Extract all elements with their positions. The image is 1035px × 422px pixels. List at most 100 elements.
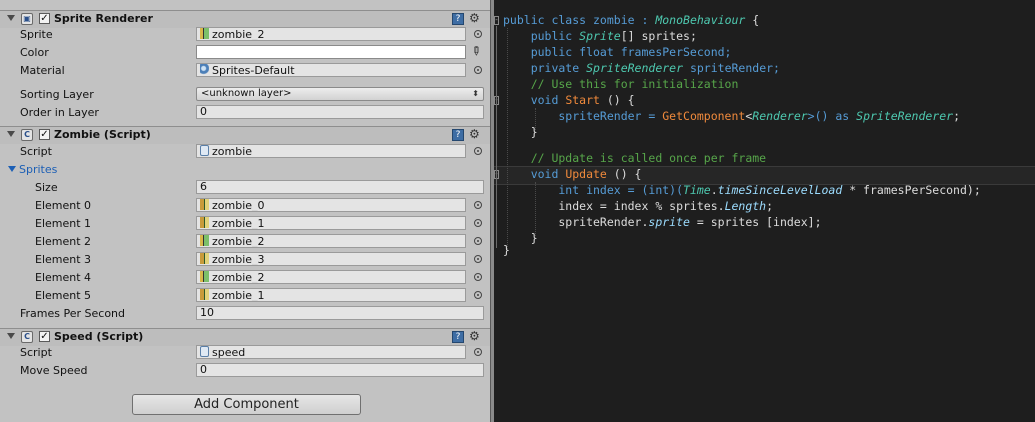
size-field[interactable]: 6 [196,180,484,194]
sprite-icon [200,271,209,282]
code-line: spriteRender = GetComponent<Renderer>() … [503,108,960,124]
frames-per-second-field[interactable]: 10 [196,306,484,320]
sorting-layer-row: Sorting Layer <unknown layer> ⬍ [0,86,490,104]
code-line: public float framesPerSecond; [503,45,732,59]
field-label: Element 2 [35,235,92,248]
code-line: public Sprite[] sprites; [503,28,697,44]
element-field[interactable]: zombie_1 [196,288,466,302]
field-label: Sprite [20,28,53,41]
sprite-icon [200,217,209,228]
material-row: Material Sprites-Default [0,62,490,80]
field-label: Element 0 [35,199,92,212]
enable-checkbox[interactable]: ✓ [39,331,50,342]
element-field[interactable]: zombie_0 [196,198,466,212]
element-field[interactable]: zombie_2 [196,270,466,284]
object-picker-icon[interactable] [474,237,482,245]
code-token: int index = (int)( [503,183,684,197]
field-value: zombie [212,145,253,158]
field-value: zombie_1 [212,289,265,302]
move-speed-field[interactable]: 0 [196,363,484,377]
sorting-layer-dropdown[interactable]: <unknown layer> ⬍ [196,87,484,101]
sprite-icon [200,289,209,300]
code-token: sprite [648,215,690,229]
enable-checkbox[interactable]: ✓ [39,129,50,140]
object-picker-icon[interactable] [474,255,482,263]
script-row: Script zombie [0,143,490,161]
field-value: zombie_3 [212,253,265,266]
code-token: () { [599,93,635,107]
zombie-script-header[interactable]: C ✓ Zombie (Script) ? ⚙ [0,126,490,144]
field-label: Sorting Layer [20,88,94,101]
sprite-row: Sprite zombie_2 [0,26,490,44]
help-book-icon[interactable]: ? [452,13,464,25]
object-picker-icon[interactable] [474,147,482,155]
script-field[interactable]: speed [196,345,466,359]
color-field[interactable] [196,45,466,59]
code-token: GetComponent [662,109,746,123]
code-token: () { [606,167,642,181]
gear-icon[interactable]: ⚙ [469,127,480,141]
element-field[interactable]: zombie_2 [196,234,466,248]
material-field[interactable]: Sprites-Default [196,63,466,77]
updown-arrow-icon: ⬍ [472,89,479,98]
outline-bracket [496,26,501,248]
field-label: Size [35,181,58,194]
element-field[interactable]: zombie_3 [196,252,466,266]
field-label: Element 5 [35,289,92,302]
code-token: spriteRender; [683,61,780,75]
object-picker-icon[interactable] [474,291,482,299]
element-field[interactable]: zombie_1 [196,216,466,230]
object-picker-icon[interactable] [474,66,482,74]
component-title: Speed (Script) [54,330,144,343]
object-picker-icon[interactable] [474,348,482,356]
object-picker-icon[interactable] [474,219,482,227]
sprite-icon [200,28,209,39]
color-row: Color ✎ [0,42,490,62]
code-line: private SpriteRenderer spriteRender; [503,60,780,76]
sprite-icon [200,199,209,210]
element-row: Element 1 zombie_1 [0,215,490,233]
field-value: zombie_2 [212,271,265,284]
object-picker-icon[interactable] [474,30,482,38]
enable-checkbox[interactable]: ✓ [39,13,50,24]
frames-per-second-row: Frames Per Second 10 [0,305,490,323]
gear-icon[interactable]: ⚙ [469,329,480,343]
sprites-foldout-row[interactable]: Sprites [0,161,490,179]
code-token: void [503,93,566,107]
sprite-renderer-icon: ▣ [21,13,33,25]
code-token: = sprites [index]; [689,215,822,229]
sprites-foldout[interactable]: Sprites [8,163,57,176]
code-token: [] sprites; [620,29,697,43]
gear-icon[interactable]: ⚙ [469,11,480,25]
code-token: public [503,29,580,43]
eyedropper-icon[interactable]: ✎ [468,42,485,59]
code-token: * framesPerSecond); [842,183,981,197]
object-picker-icon[interactable] [474,273,482,281]
code-token: index = index % sprites. [503,199,725,213]
code-editor[interactable]: - - - public class zombie : MonoBehaviou… [494,0,1035,422]
code-token: public class zombie : [503,13,656,27]
foldout-arrow-icon[interactable] [7,15,15,21]
code-token: { [745,13,760,27]
sprite-field[interactable]: zombie_2 [196,27,466,41]
field-label: Script [20,346,52,359]
collapse-icon[interactable]: - [494,16,499,25]
help-book-icon[interactable]: ? [452,129,464,141]
field-label: Material [20,64,65,77]
code-token: private [503,61,587,75]
field-label: Move Speed [20,364,88,377]
script-icon: C [21,331,33,343]
code-token: Renderer [752,109,808,123]
script-field[interactable]: zombie [196,144,466,158]
add-component-button[interactable]: Add Component [132,394,361,415]
help-book-icon[interactable]: ? [452,331,464,343]
element-row: Element 5 zombie_1 [0,287,490,305]
foldout-arrow-icon[interactable] [7,333,15,339]
order-in-layer-field[interactable]: 0 [196,105,484,119]
foldout-arrow-icon[interactable] [7,131,15,137]
code-line: void Update () { [503,166,642,182]
object-picker-icon[interactable] [474,201,482,209]
move-speed-row: Move Speed 0 [0,362,490,380]
field-label: Script [20,145,52,158]
inspector-panel: ▣ ✓ Sprite Renderer ? ⚙ Sprite zombie_2 … [0,0,490,422]
